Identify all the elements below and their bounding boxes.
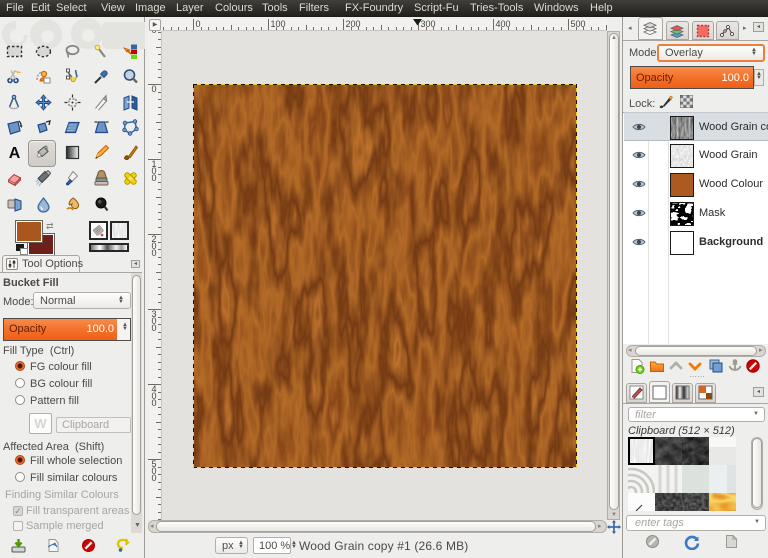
svg-text:A: A	[9, 145, 21, 161]
